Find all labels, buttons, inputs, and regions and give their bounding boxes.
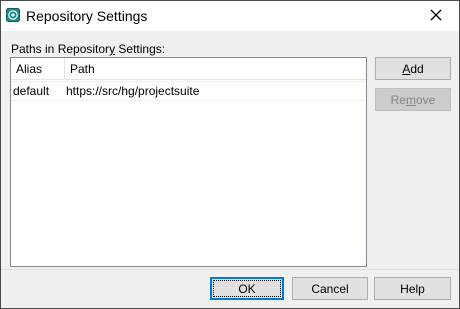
paths-label: Paths in Repository Settings:	[11, 42, 165, 56]
close-icon	[430, 9, 442, 24]
list-item[interactable]: default https://src/hg/projectsuite	[11, 81, 366, 101]
repository-icon	[6, 8, 20, 22]
footer-divider	[1, 269, 459, 270]
repository-settings-dialog: Repository Settings Paths in Repository …	[0, 0, 460, 309]
column-header-alias[interactable]: Alias	[11, 58, 65, 79]
remove-button-accelerator: m	[405, 92, 416, 107]
remove-button[interactable]: Re m ove	[375, 88, 451, 111]
remove-button-label-end: ove	[415, 92, 436, 107]
paths-label-text: Paths in Repositor	[11, 42, 110, 56]
ok-button[interactable]: OK	[210, 277, 284, 300]
list-header: Alias Path	[11, 58, 366, 80]
alias-cell: default	[13, 84, 50, 98]
add-button-accelerator: A	[402, 61, 411, 76]
paths-label-text-end: Settings:	[115, 42, 166, 56]
cancel-button[interactable]: Cancel	[292, 277, 368, 300]
window-title: Repository Settings	[26, 8, 148, 24]
help-button[interactable]: Help	[374, 277, 451, 300]
path-cell: https://src/hg/projectsuite	[66, 84, 200, 98]
focus-rectangle	[213, 280, 281, 297]
paths-list[interactable]: Alias Path default https://src/hg/projec…	[10, 57, 367, 267]
add-button-label-end: dd	[410, 61, 424, 76]
title-bar[interactable]: Repository Settings	[1, 1, 459, 31]
close-button[interactable]	[413, 1, 459, 31]
add-button[interactable]: Add	[375, 57, 451, 80]
column-header-path[interactable]: Path	[65, 58, 366, 79]
remove-button-label-start: Re	[390, 92, 406, 107]
